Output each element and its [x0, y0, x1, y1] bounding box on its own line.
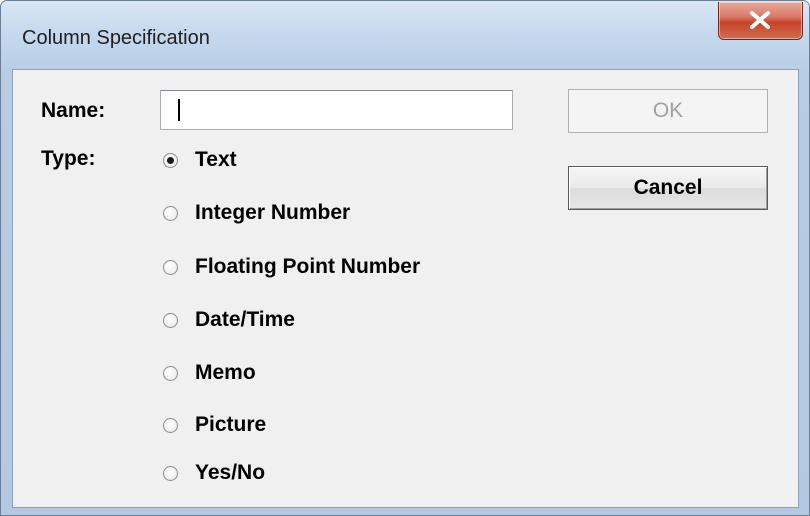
cancel-button[interactable]: Cancel	[568, 166, 768, 210]
radio-option-text[interactable]: Text	[163, 146, 237, 174]
radio-label: Picture	[195, 413, 267, 436]
radio-label: Text	[195, 148, 237, 171]
dialog-window: Column Specification Name: Type: Text In…	[0, 0, 810, 516]
radio-label: Date/Time	[195, 308, 295, 331]
radio-option-integer-number[interactable]: Integer Number	[163, 199, 350, 227]
radio-label: Yes/No	[195, 461, 266, 484]
radio-button-icon[interactable]	[163, 365, 178, 381]
radio-button-icon[interactable]	[163, 312, 178, 328]
close-icon	[750, 11, 770, 29]
radio-option-date-time[interactable]: Date/Time	[163, 306, 295, 334]
radio-label: Integer Number	[195, 201, 351, 224]
radio-button-icon[interactable]	[163, 465, 178, 481]
radio-option-yes-no[interactable]: Yes/No	[163, 459, 265, 487]
window-title: Column Specification	[22, 27, 210, 49]
radio-label: Floating Point Number	[195, 255, 421, 278]
title-bar[interactable]: Column Specification	[1, 1, 809, 69]
ok-button[interactable]: OK	[568, 89, 768, 133]
radio-button-icon[interactable]	[163, 205, 178, 221]
name-label: Name:	[41, 99, 106, 122]
name-input[interactable]	[160, 90, 513, 130]
radio-option-picture[interactable]: Picture	[163, 411, 266, 439]
close-button[interactable]	[718, 2, 803, 40]
radio-button-icon[interactable]	[163, 417, 178, 433]
radio-button-icon[interactable]	[163, 259, 178, 275]
radio-button-icon[interactable]	[163, 152, 178, 168]
type-label: Type:	[41, 147, 96, 170]
radio-option-floating-point-number[interactable]: Floating Point Number	[163, 253, 420, 281]
radio-option-memo[interactable]: Memo	[163, 359, 256, 387]
text-caret	[178, 99, 180, 121]
radio-label: Memo	[195, 361, 256, 384]
dialog-body: Name: Type: Text Integer Number Floating…	[12, 69, 799, 508]
